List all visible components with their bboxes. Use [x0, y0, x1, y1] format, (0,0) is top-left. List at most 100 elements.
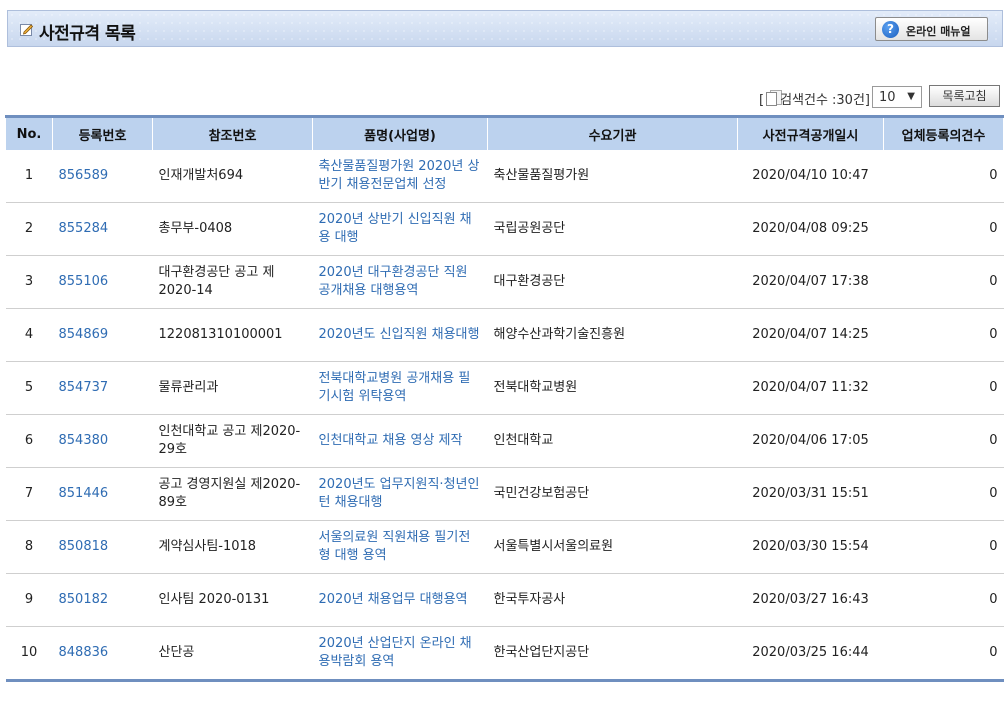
opinion-count: 0 [883, 202, 1004, 256]
table-row: 5 854737 물류관리과 전북대학교병원 공개채용 필기시험 위탁용역 전북대학교병… [5, 361, 1004, 415]
table-header: No. 등록번호 참조번호 품명(사업명) 수요기관 사전규격공개일시 업체등록… [5, 115, 1004, 150]
item-name-link[interactable]: 축산물품질평가원 2020년 상반기 채용전문업체 선정 [319, 159, 480, 192]
table-body: 1 856589 인재개발처694 축산물품질평가원 2020년 상반기 채용전문업체… [5, 150, 1004, 682]
agency: 인천대학교 [487, 414, 738, 468]
col-no: No. [5, 115, 53, 150]
open-date: 2020/04/07 17:38 [737, 255, 884, 309]
table-row: 4 854869 122081310100001 2020년도 신입직원 채용대행 해양… [5, 308, 1004, 362]
opinion-count: 0 [883, 520, 1004, 574]
ref-no: 계약심사팀-1018 [152, 520, 313, 574]
reg-no-link[interactable]: 856589 [59, 168, 109, 183]
col-opinion-count: 업체등록의견수 [883, 115, 1004, 150]
open-date: 2020/03/31 15:51 [737, 467, 884, 521]
row-no: 7 [5, 467, 53, 521]
agency: 서울특별시서울의료원 [487, 520, 738, 574]
search-count: [ 검색건수 :30건] [759, 89, 870, 108]
row-no: 8 [5, 520, 53, 574]
open-date: 2020/04/06 17:05 [737, 414, 884, 468]
title-bar: 사전규격 목록 ? 온라인 매뉴얼 [7, 10, 1003, 47]
opinion-count: 0 [883, 414, 1004, 468]
table-row: 6 854380 인천대학교 공고 제2020-29호 인천대학교 채용 영상 제작 인… [5, 414, 1004, 468]
row-no: 10 [5, 626, 53, 682]
open-date: 2020/04/08 09:25 [737, 202, 884, 256]
count-bracket: [ [758, 93, 765, 108]
opinion-count: 0 [883, 626, 1004, 682]
ref-no: 물류관리과 [152, 361, 313, 415]
reg-no-link[interactable]: 855106 [59, 274, 109, 289]
open-date: 2020/04/07 11:32 [737, 361, 884, 415]
agency: 한국투자공사 [487, 573, 738, 627]
agency: 대구환경공단 [487, 255, 738, 309]
item-name-link[interactable]: 2020년 상반기 신입직원 채용 대행 [319, 212, 472, 245]
opinion-count: 0 [883, 150, 1004, 203]
reg-no-link[interactable]: 848836 [59, 645, 109, 660]
opinion-count: 0 [883, 308, 1004, 362]
page-size-value: 10 [879, 90, 896, 105]
opinion-count: 0 [883, 573, 1004, 627]
opinion-count: 0 [883, 255, 1004, 309]
reg-no-cell: 851446 [52, 467, 153, 521]
refresh-list-button[interactable]: 목록고침 [929, 85, 1000, 107]
open-date: 2020/03/30 15:54 [737, 520, 884, 574]
item-name-link[interactable]: 2020년도 신입직원 채용대행 [319, 327, 480, 342]
ref-no: 인재개발처694 [152, 150, 313, 203]
reg-no-cell: 854737 [52, 361, 153, 415]
table-row: 8 850818 계약심사팀-1018 서울의료원 직원채용 필기전형 대행 용역 서울… [5, 520, 1004, 574]
reg-no-cell: 856589 [52, 150, 153, 203]
opinion-count: 0 [883, 361, 1004, 415]
agency: 전북대학교병원 [487, 361, 738, 415]
reg-no-link[interactable]: 854869 [59, 327, 109, 342]
search-count-label: 검색건수 :30건] [780, 93, 870, 108]
item-name-cell: 2020년도 업무지원직·청년인턴 채용대행 [312, 467, 488, 521]
row-no: 5 [5, 361, 53, 415]
row-no: 1 [5, 150, 53, 203]
reg-no-cell: 855106 [52, 255, 153, 309]
memo-pencil-icon [20, 24, 33, 36]
reg-no-cell: 854380 [52, 414, 153, 468]
online-manual-button[interactable]: ? 온라인 매뉴얼 [875, 17, 988, 41]
table-row: 2 855284 총무부-0408 2020년 상반기 신입직원 채용 대행 국립공원공… [5, 202, 1004, 256]
col-open-date: 사전규격공개일시 [737, 115, 884, 150]
dropdown-arrow-icon: ▼ [907, 91, 915, 102]
page-title: 사전규격 목록 [39, 24, 136, 44]
reg-no-cell: 848836 [52, 626, 153, 682]
reg-no-link[interactable]: 854737 [59, 380, 109, 395]
item-name-link[interactable]: 2020년도 업무지원직·청년인턴 채용대행 [319, 477, 480, 510]
open-date: 2020/03/27 16:43 [737, 573, 884, 627]
agency: 국립공원공단 [487, 202, 738, 256]
table-row: 1 856589 인재개발처694 축산물품질평가원 2020년 상반기 채용전문업체… [5, 150, 1004, 203]
agency: 해양수산과학기술진흥원 [487, 308, 738, 362]
reg-no-link[interactable]: 855284 [59, 221, 109, 236]
agency: 한국산업단지공단 [487, 626, 738, 682]
item-name-link[interactable]: 전북대학교병원 공개채용 필기시험 위탁용역 [319, 371, 471, 404]
ref-no: 공고 경영지원실 제2020-89호 [152, 467, 313, 521]
page-size-select[interactable]: 10 ▼ [872, 86, 922, 108]
col-item-name: 품명(사업명) [312, 115, 488, 150]
item-name-cell: 전북대학교병원 공개채용 필기시험 위탁용역 [312, 361, 488, 415]
reg-no-link[interactable]: 850182 [59, 592, 109, 607]
agency: 국민건강보험공단 [487, 467, 738, 521]
item-name-link[interactable]: 2020년 채용업무 대행용역 [319, 592, 468, 607]
reg-no-link[interactable]: 851446 [59, 486, 109, 501]
table-row: 3 855106 대구환경공단 공고 제2020-14 2020년 대구환경공단 직원… [5, 255, 1004, 309]
row-no: 9 [5, 573, 53, 627]
open-date: 2020/04/07 14:25 [737, 308, 884, 362]
reg-no-cell: 855284 [52, 202, 153, 256]
ref-no: 총무부-0408 [152, 202, 313, 256]
reg-no-cell: 850818 [52, 520, 153, 574]
reg-no-cell: 850182 [52, 573, 153, 627]
table-row: 9 850182 인사팀 2020-0131 2020년 채용업무 대행용역 한국투자공… [5, 573, 1004, 627]
document-icon [766, 90, 783, 106]
item-name-cell: 2020년 상반기 신입직원 채용 대행 [312, 202, 488, 256]
help-icon: ? [882, 21, 899, 38]
item-name-link[interactable]: 2020년 대구환경공단 직원 공개채용 대행용역 [319, 265, 468, 298]
item-name-cell: 2020년 산업단지 온라인 채용박람회 용역 [312, 626, 488, 682]
reg-no-link[interactable]: 854380 [59, 433, 109, 448]
reg-no-link[interactable]: 850818 [59, 539, 109, 554]
item-name-link[interactable]: 인천대학교 채용 영상 제작 [319, 433, 463, 448]
item-name-link[interactable]: 2020년 산업단지 온라인 채용박람회 용역 [319, 636, 472, 669]
pre-spec-table: No. 등록번호 참조번호 품명(사업명) 수요기관 사전규격공개일시 업체등록… [5, 115, 1004, 682]
item-name-link[interactable]: 서울의료원 직원채용 필기전형 대행 용역 [319, 530, 471, 563]
row-no: 2 [5, 202, 53, 256]
item-name-cell: 축산물품질평가원 2020년 상반기 채용전문업체 선정 [312, 150, 488, 203]
